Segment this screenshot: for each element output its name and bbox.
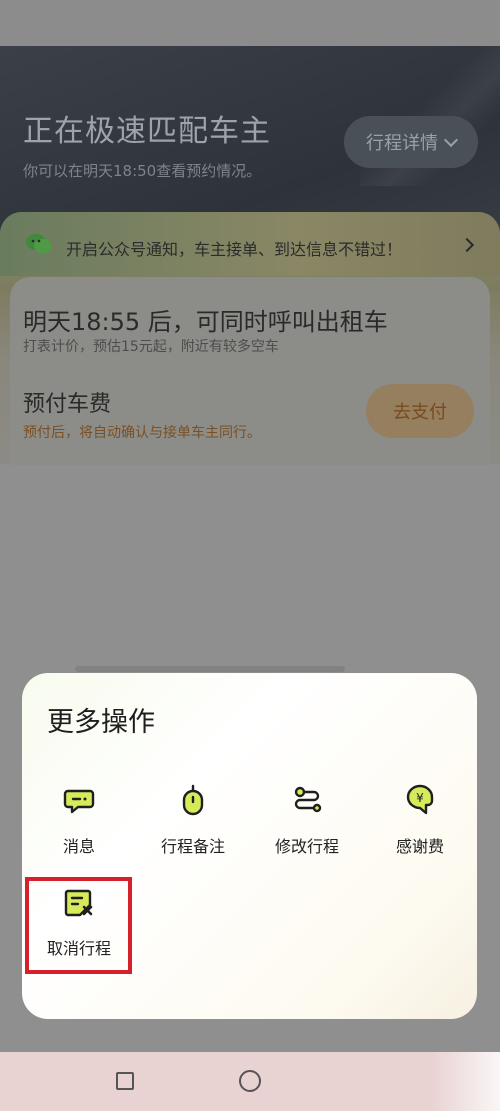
action-label: 消息 — [62, 837, 95, 856]
action-thanks-fee[interactable]: ¥ 感谢费 — [370, 783, 470, 857]
home-button[interactable] — [239, 1070, 261, 1092]
pay-button[interactable]: 去支付 — [366, 384, 474, 438]
highlight-box — [25, 877, 132, 974]
obscured-text — [75, 666, 345, 672]
notice-text: 开启公众号通知，车主接单、到达信息不错过！ — [66, 240, 403, 259]
nav-bar-fade — [430, 1052, 500, 1111]
message-icon — [63, 789, 95, 814]
chevron-down-icon — [443, 132, 459, 148]
action-label: 感谢费 — [395, 837, 444, 856]
taxi-call-subtitle: 打表计价，预估15元起，附近有较多空车 — [23, 339, 279, 355]
note-icon — [182, 784, 204, 816]
svg-text:¥: ¥ — [416, 791, 424, 805]
trip-details-button[interactable]: 行程详情 — [344, 116, 478, 168]
prepay-subtitle: 预付后，将自动确认与接单车主同行。 — [23, 425, 261, 441]
thanks-fee-icon: ¥ — [406, 784, 434, 815]
action-message[interactable]: 消息 — [29, 783, 129, 857]
action-label: 行程备注 — [160, 837, 225, 856]
trip-details-label: 行程详情 — [366, 133, 438, 154]
page-title: 正在极速匹配车主 — [23, 114, 271, 149]
status-bar — [0, 0, 500, 46]
edit-route-icon — [294, 786, 322, 813]
page-subtitle: 你可以在明天18:50查看预约情况。 — [23, 162, 262, 180]
action-label: 修改行程 — [274, 837, 339, 856]
action-trip-note[interactable]: 行程备注 — [143, 783, 243, 857]
taxi-call-title: 明天18:55 后，可同时呼叫出租车 — [23, 308, 388, 336]
sheet-title: 更多操作 — [47, 707, 155, 738]
prepay-title: 预付车费 — [23, 392, 112, 417]
action-modify-trip[interactable]: 修改行程 — [257, 783, 357, 857]
recents-button[interactable] — [116, 1072, 134, 1090]
wechat-icon — [26, 234, 52, 253]
